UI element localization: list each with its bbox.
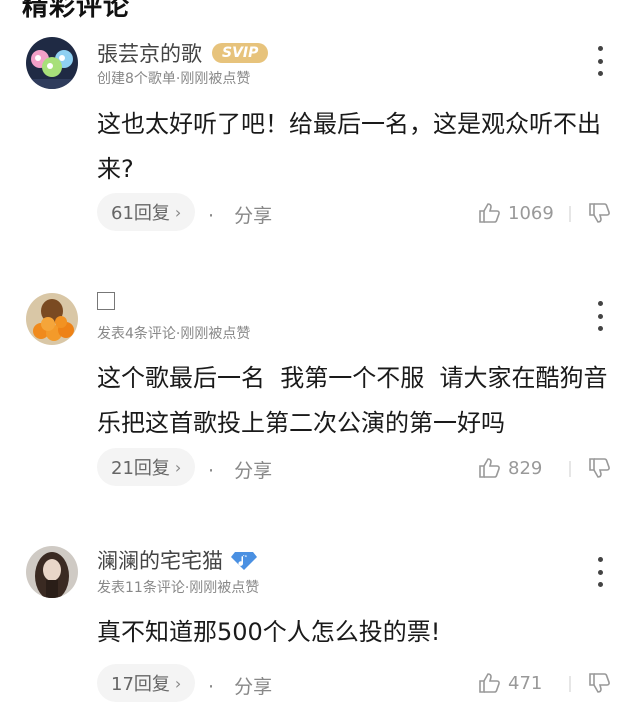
comment-meta: 发表11条评论·刚刚被点赞	[97, 580, 260, 596]
like-button[interactable]: 829	[478, 457, 542, 479]
separator-dot: ·	[208, 460, 215, 482]
more-options-icon[interactable]	[592, 557, 608, 587]
like-count: 829	[508, 457, 543, 479]
thumbs-up-icon	[479, 458, 500, 478]
comment-text: 这个歌最后一名 我第一个不服 请大家在酷狗音乐把这首歌投上第二次公演的第一好吗	[97, 364, 608, 437]
comment-item: 澜澜的宅宅猫 发表11条评论·刚刚被点赞 真不知道那500个人怎么投的票! 17…	[0, 0, 640, 702]
username[interactable]: 澜澜的宅宅猫	[97, 545, 257, 575]
share-button[interactable]: · 分享	[208, 456, 272, 483]
comment-meta: 发表4条评论·刚刚被点赞	[97, 326, 251, 342]
reply-button[interactable]: 17回复 ›	[97, 664, 196, 702]
divider	[569, 461, 571, 477]
like-count: 471	[508, 672, 543, 694]
thumbs-down-icon	[589, 673, 610, 693]
comment-text: 真不知道那500个人怎么投的票!	[97, 618, 441, 646]
username-text: 澜澜的宅宅猫	[97, 549, 223, 573]
username[interactable]	[97, 292, 115, 310]
share-label: 分享	[234, 676, 273, 698]
chevron-right-icon: ›	[174, 457, 182, 477]
verified-music-icon	[231, 552, 257, 570]
reply-button[interactable]: 21回复 ›	[97, 448, 196, 486]
dislike-button[interactable]	[588, 672, 614, 698]
share-button[interactable]: · 分享	[208, 672, 272, 699]
thumbs-down-icon	[589, 458, 610, 478]
reply-label: 21回复	[111, 458, 170, 479]
divider	[569, 676, 571, 692]
dislike-button[interactable]	[588, 457, 614, 483]
reply-label: 17回复	[111, 674, 170, 695]
chevron-right-icon: ›	[174, 673, 182, 693]
avatar[interactable]	[26, 293, 78, 345]
separator-dot: ·	[208, 676, 215, 698]
avatar[interactable]	[26, 546, 78, 598]
thumbs-up-icon	[479, 673, 500, 693]
like-button[interactable]: 471	[478, 672, 542, 694]
more-options-icon[interactable]	[592, 301, 608, 331]
username-placeholder-icon	[97, 292, 115, 310]
share-label: 分享	[234, 460, 273, 482]
